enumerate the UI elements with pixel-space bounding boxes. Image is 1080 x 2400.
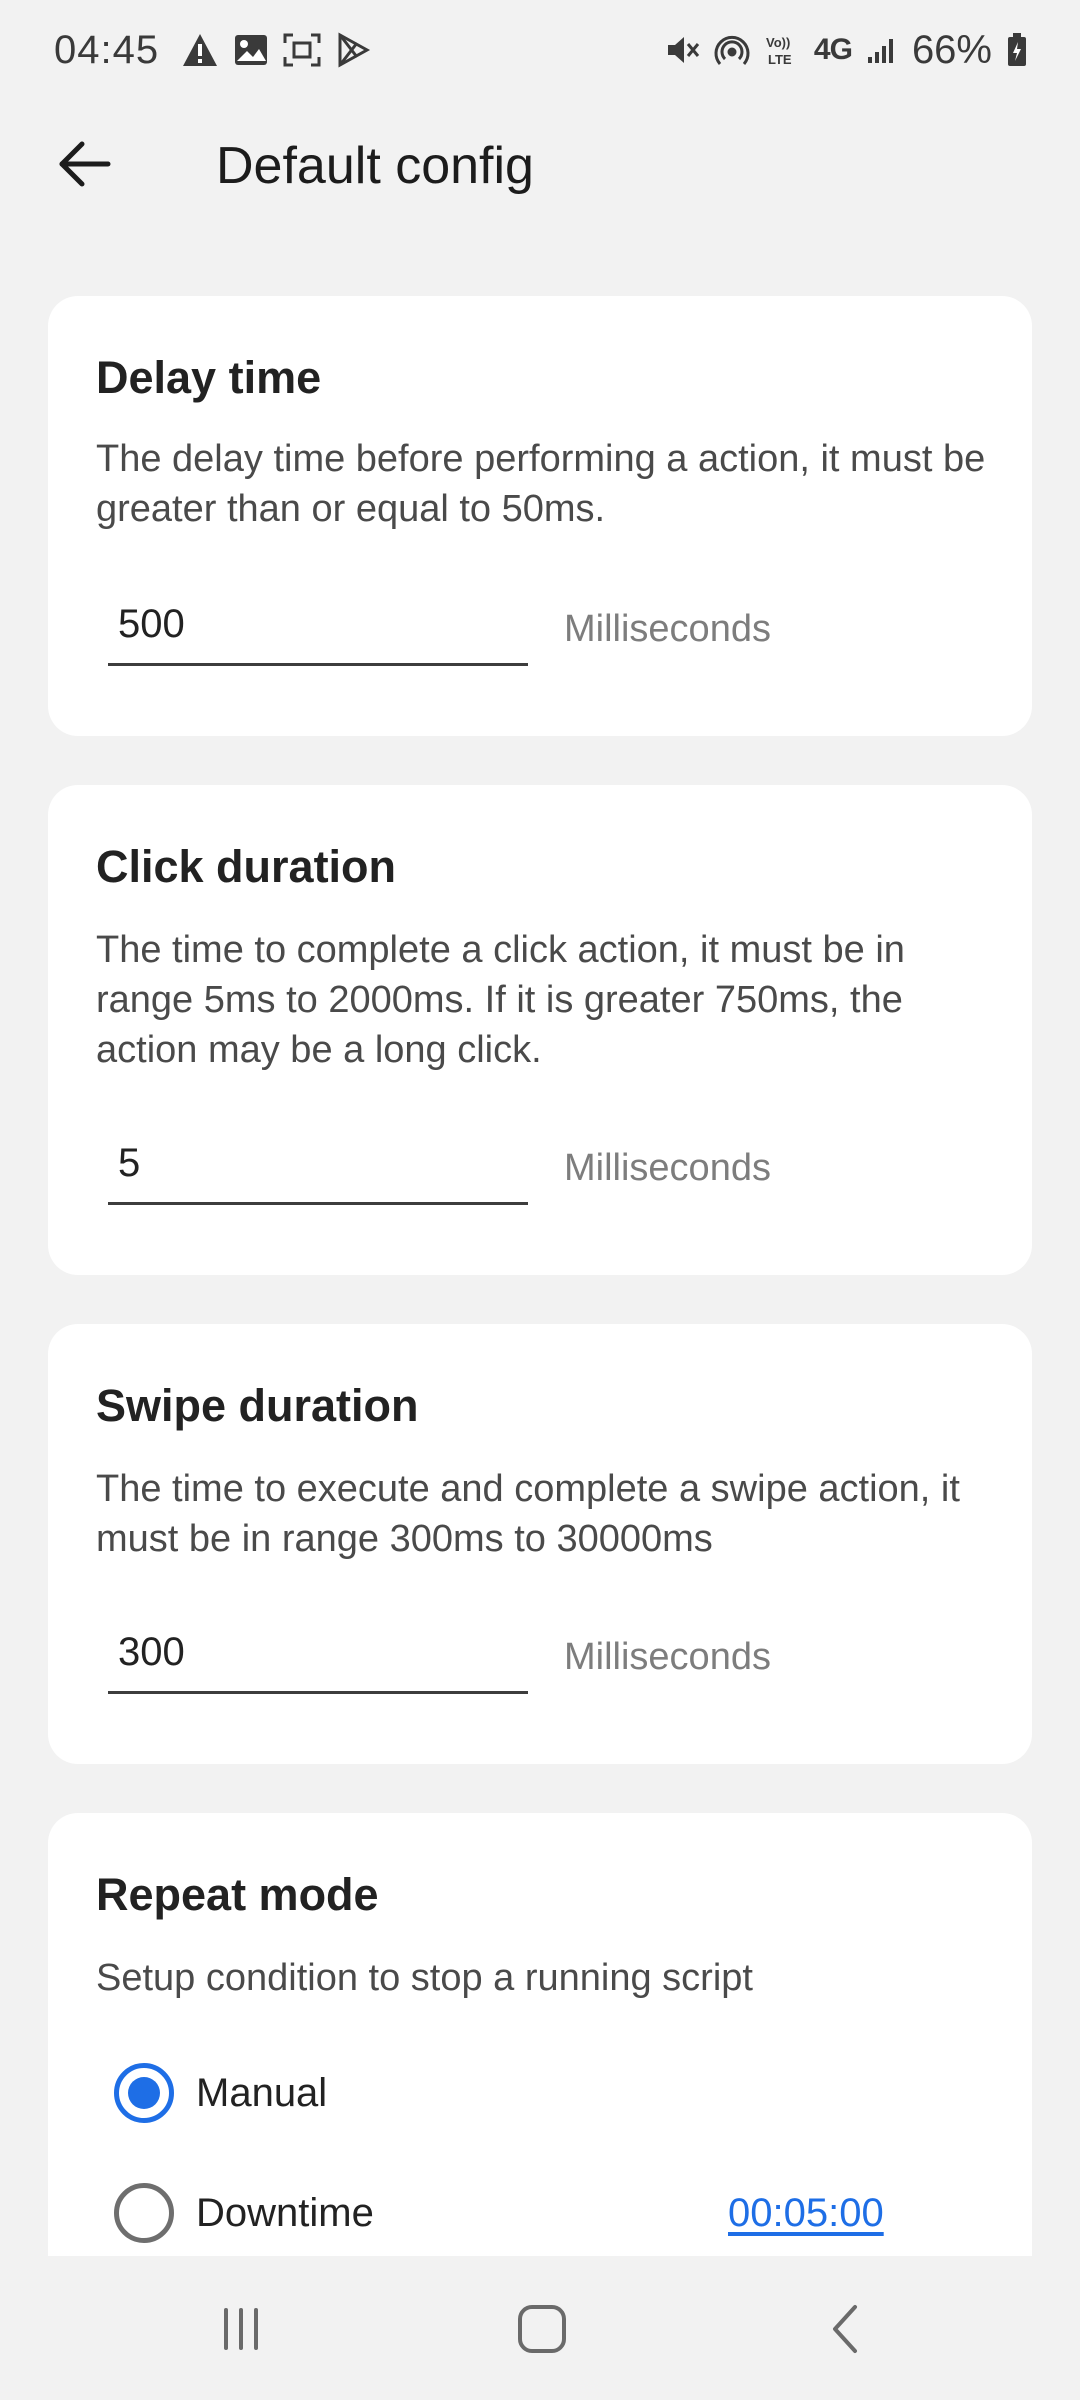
home-icon: [516, 2303, 568, 2360]
status-bar: 04:45 Vo)) LTE 4G 66%: [0, 0, 1080, 100]
alert-icon: [181, 32, 219, 68]
app-bar: Default config: [0, 100, 1080, 234]
click-duration-input[interactable]: [108, 1135, 528, 1205]
repeat-mode-title: Repeat mode: [96, 1869, 379, 1920]
swipe-duration-description: The time to execute and complete a swipe…: [96, 1468, 960, 1560]
volte-icon: Vo)) LTE: [764, 32, 800, 68]
downtime-value-link[interactable]: 00:05:00: [728, 2191, 884, 2236]
status-left: 04:45: [54, 28, 371, 73]
svg-text:Vo)): Vo)): [766, 35, 790, 50]
svg-text:LTE: LTE: [768, 52, 792, 67]
screenshot-icon: [283, 33, 321, 67]
hotspot-icon: [714, 32, 750, 68]
play-store-icon: [335, 32, 371, 68]
repeat-mode-card: Repeat mode Setup condition to stop a ru…: [48, 1813, 1032, 2256]
swipe-duration-card: Swipe duration The time to execute and c…: [48, 1324, 1032, 1764]
battery-icon: [1006, 32, 1028, 68]
system-nav-bar: [0, 2256, 1080, 2400]
repeat-option-downtime[interactable]: Downtime: [114, 2183, 374, 2243]
radio-checked-icon[interactable]: [114, 2063, 174, 2123]
delay-time-title: Delay time: [96, 352, 322, 403]
click-duration-title: Click duration: [96, 841, 397, 892]
click-duration-unit: Milliseconds: [564, 1147, 771, 1189]
battery-percent: 66%: [911, 27, 992, 72]
delay-time-card: Delay time The delay time before perform…: [48, 296, 1032, 736]
swipe-duration-title: Swipe duration: [96, 1380, 419, 1431]
delay-time-unit: Milliseconds: [564, 608, 771, 650]
recents-button[interactable]: [196, 2286, 286, 2376]
mute-icon: [664, 32, 700, 68]
back-button[interactable]: [40, 122, 128, 210]
swipe-duration-input[interactable]: [108, 1624, 528, 1694]
home-button[interactable]: [497, 2286, 587, 2376]
click-duration-card: Click duration The time to complete a cl…: [48, 785, 1032, 1275]
signal-icon: [866, 35, 898, 65]
repeat-option-label: Manual: [196, 2070, 328, 2115]
click-duration-description: The time to complete a click action, it …: [96, 929, 905, 1071]
repeat-option-label: Downtime: [196, 2190, 374, 2235]
status-time: 04:45: [54, 27, 160, 72]
repeat-mode-description: Setup condition to stop a running script: [96, 1957, 753, 1999]
delay-time-input[interactable]: [108, 596, 528, 666]
recents-icon: [216, 2304, 266, 2359]
image-icon: [233, 33, 269, 67]
network-type: 4G: [813, 33, 853, 66]
nav-back-button[interactable]: [800, 2286, 890, 2376]
radio-unchecked-icon[interactable]: [114, 2183, 174, 2243]
delay-time-description: The delay time before performing a actio…: [96, 438, 986, 530]
repeat-option-manual[interactable]: Manual: [114, 2063, 327, 2123]
swipe-duration-unit: Milliseconds: [564, 1636, 771, 1678]
page-title: Default config: [216, 137, 534, 195]
arrow-left-icon: [56, 139, 112, 194]
status-right: Vo)) LTE 4G 66%: [664, 28, 1028, 73]
back-icon: [825, 2301, 865, 2362]
